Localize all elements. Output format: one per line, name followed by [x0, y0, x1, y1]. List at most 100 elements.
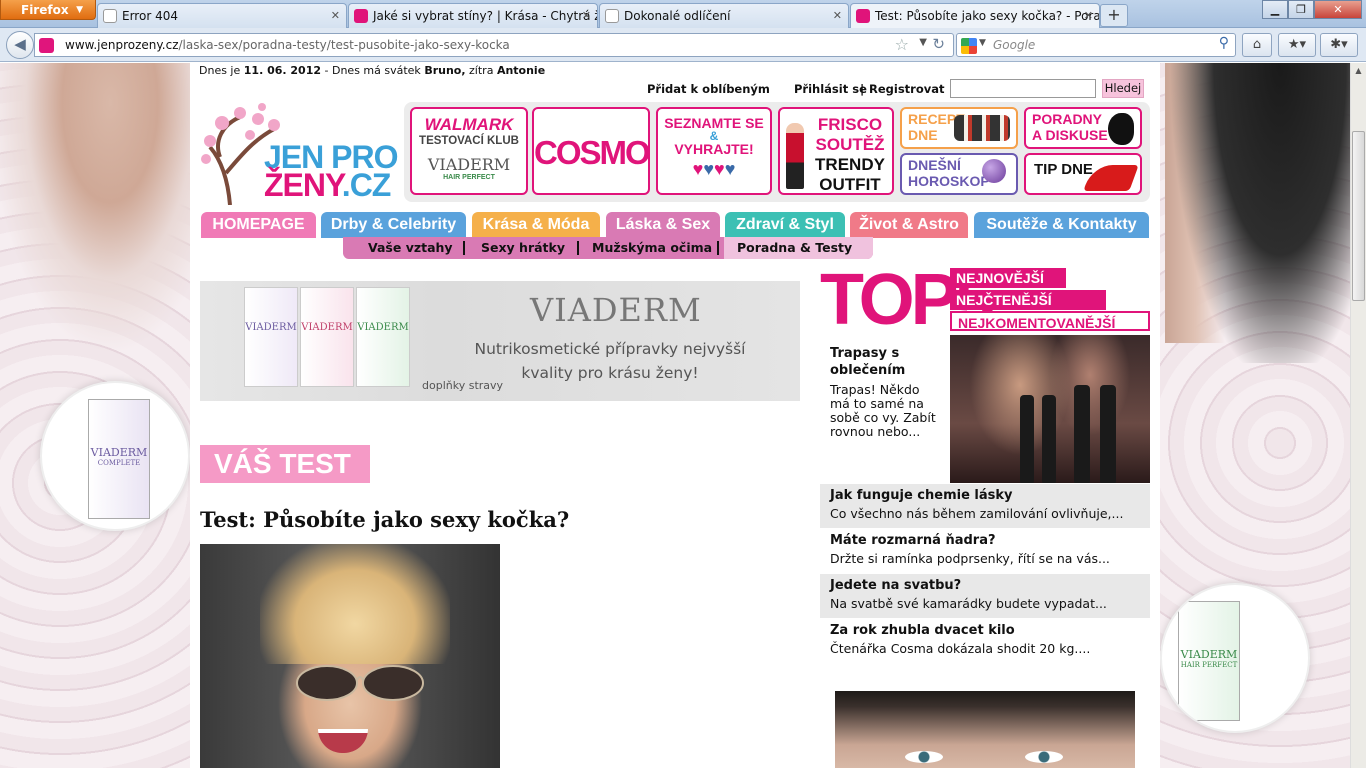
page-icon: [605, 9, 619, 23]
close-icon[interactable]: ✕: [833, 4, 842, 28]
chevron-down-icon: ▼: [76, 5, 83, 15]
close-icon[interactable]: ✕: [331, 4, 340, 28]
home-button[interactable]: ⌂: [1242, 33, 1272, 57]
maximize-button[interactable]: ❐: [1288, 0, 1314, 19]
photo-eye: [1025, 751, 1063, 763]
tab-title: Test: Působíte jako sexy kočka? - Pora..…: [875, 9, 1100, 23]
close-icon[interactable]: ✕: [582, 4, 591, 28]
scrollbar-thumb[interactable]: [1352, 131, 1365, 301]
item-title[interactable]: Za rok zhubla dvacet kilo: [830, 622, 1140, 639]
plus-icon: +: [1107, 5, 1121, 24]
close-icon[interactable]: ✕: [1084, 4, 1093, 28]
subnav-separator: [577, 241, 579, 255]
subnav-muzskyma-ocima[interactable]: Mužskýma očima: [592, 237, 712, 259]
top-list-item[interactable]: Jak funguje chemie lásky Co všechno nás …: [820, 484, 1150, 528]
side-ad-right[interactable]: VIADERM HAIR PERFECT: [1160, 583, 1310, 733]
tab-dokonale-odliceni[interactable]: Dokonalé odlíčení ✕: [599, 3, 849, 28]
url-bar[interactable]: www.jenprozeny.cz/laska-sex/poradna-test…: [34, 33, 954, 57]
article-photo: [200, 544, 500, 768]
site-search-input[interactable]: [950, 79, 1096, 98]
main-content: Dnes je 11. 06. 2012 - Dnes má svátek Br…: [190, 63, 1160, 768]
chevron-down-icon[interactable]: ▼: [979, 38, 986, 48]
new-tab-button[interactable]: +: [1100, 4, 1128, 27]
face-profile-icon: [1108, 113, 1134, 145]
item-desc: Čtenářka Cosma dokázala shodit 20 kg....: [830, 641, 1091, 656]
subnav-separator: [717, 241, 719, 255]
tab-nejkomentovanejsi[interactable]: NEJKOMENTOVANĚJŠÍ: [950, 311, 1150, 331]
nav-krasa-moda[interactable]: Krása & Móda: [472, 212, 600, 238]
register-link[interactable]: Registrovat: [869, 82, 945, 96]
addons-button[interactable]: ✱▾: [1320, 33, 1358, 57]
minimize-button[interactable]: ▁: [1262, 0, 1288, 19]
add-favorite-link[interactable]: Přidat k oblíbeným: [647, 82, 770, 96]
tab-error-404[interactable]: Error 404 ✕: [97, 3, 347, 28]
seznamte-se-banner[interactable]: SEZNAMTE SE & VYHRAJTE! ♥♥♥♥: [656, 107, 772, 195]
item-title[interactable]: Jedete na svatbu?: [830, 577, 1140, 594]
current-date: 11. 06. 2012: [243, 64, 322, 77]
reload-icon[interactable]: ↻: [932, 35, 945, 53]
photo-leg: [1074, 385, 1090, 483]
item-title[interactable]: Máte rozmarná ňadra?: [830, 532, 1140, 549]
navigation-bar: ◀ www.jenprozeny.cz/laska-sex/poradna-te…: [0, 28, 1366, 62]
viaderm-ad-banner[interactable]: VIADERM VIADERM VIADERM VIADERM Nutrikos…: [200, 281, 800, 401]
nav-drby-celebrity[interactable]: Drby & Celebrity: [321, 212, 466, 238]
nav-label: HOMEPAGE: [212, 216, 305, 233]
top-list-item[interactable]: Za rok zhubla dvacet kilo Čtenářka Cosma…: [820, 619, 1150, 663]
product-name: COMPLETE: [97, 459, 141, 467]
sidebar-photo[interactable]: [835, 691, 1135, 768]
bookmarks-button[interactable]: ★▾: [1278, 33, 1316, 57]
frisco-banner[interactable]: FRISCO SOUTĚŽ TRENDY OUTFIT: [778, 107, 894, 195]
back-button[interactable]: ◀: [6, 31, 34, 59]
tab-test-sexy-kocka[interactable]: Test: Působíte jako sexy kočka? - Pora..…: [850, 3, 1100, 29]
tab-nejnovejsi[interactable]: NEJNOVĚJŠÍ: [950, 268, 1066, 288]
url-text[interactable]: www.jenprozeny.cz/laska-sex/poradna-test…: [65, 38, 510, 52]
top-list-item[interactable]: Jedete na svatbu? Na svatbě své kamarádk…: [820, 574, 1150, 618]
featured-article-image[interactable]: [950, 335, 1150, 483]
product-brand: VIADERM: [1180, 648, 1238, 661]
tab-title: Dokonalé odlíčení: [624, 9, 731, 23]
recept-dne-banner[interactable]: RECEPT DNE: [900, 107, 1018, 149]
site-logo[interactable]: JEN PRO ŽENY.CZ: [200, 101, 400, 205]
horoskop-banner[interactable]: DNEŠNÍ HOROSKOP: [900, 153, 1018, 195]
banner-line: TV: [649, 148, 650, 162]
top-list-item[interactable]: Máte rozmarná ňadra? Držte si ramínka po…: [820, 529, 1150, 573]
product-box: VIADERM: [356, 287, 410, 387]
search-box[interactable]: ▼ Google ⚲: [956, 33, 1236, 57]
scrollbar[interactable]: ▲: [1350, 63, 1366, 768]
tab-nejctenejsi[interactable]: NEJČTENĚJŠÍ: [950, 290, 1106, 310]
firefox-menu-button[interactable]: Firefox ▼: [0, 0, 96, 20]
cosmo-tv-banner[interactable]: COSMOTV: [532, 107, 650, 195]
date-line: Dnes je 11. 06. 2012 - Dnes má svátek Br…: [199, 64, 545, 77]
scroll-up-icon[interactable]: ▲: [1351, 63, 1366, 79]
magnifier-icon[interactable]: ⚲: [1219, 35, 1229, 51]
site-favicon-icon: [856, 9, 870, 23]
chevron-down-icon[interactable]: ▼: [919, 37, 927, 48]
tip-dne-banner[interactable]: TIP DNE: [1024, 153, 1142, 195]
bookmark-star-icon[interactable]: ☆: [895, 35, 909, 54]
nav-homepage[interactable]: HOMEPAGE: [201, 212, 316, 238]
search-button[interactable]: Hledej: [1102, 79, 1144, 98]
nav-laska-sex[interactable]: Láska & Sex: [606, 212, 720, 238]
subnav-poradna-testy[interactable]: Poradna & Testy: [724, 237, 873, 259]
featured-article-title[interactable]: Trapasy s oblečením: [830, 345, 940, 379]
product-box: VIADERM HAIR PERFECT: [1178, 601, 1240, 721]
photo-eye: [905, 751, 943, 763]
nav-zivot-astro[interactable]: Život & Astro: [850, 212, 968, 238]
ad-small-text: doplňky stravy: [422, 379, 504, 392]
banner-line: WALMARK: [424, 115, 514, 134]
product-box: VIADERM: [244, 287, 298, 387]
item-title[interactable]: Jak funguje chemie lásky: [830, 487, 1140, 504]
poradny-banner[interactable]: PORADNY A DISKUSE: [1024, 107, 1142, 149]
nav-souteze-kontakty[interactable]: Soutěže & Kontakty: [974, 212, 1149, 238]
walmark-banner[interactable]: WALMARK TESTOVACÍ KLUB VIADERM HAIR PERF…: [410, 107, 528, 195]
side-ad-left[interactable]: VIADERM COMPLETE: [40, 381, 190, 531]
background-photo-right-hair: [1170, 63, 1350, 363]
nav-label: Láska & Sex: [615, 216, 711, 233]
subnav-vase-vztahy[interactable]: Vaše vztahy: [368, 237, 453, 259]
tab-jake-si-vybrat-stiny[interactable]: Jaké si vybrat stíny? | Krása - Chytrá ž…: [348, 3, 598, 28]
subnav-sexy-hratky[interactable]: Sexy hrátky: [481, 237, 565, 259]
google-icon[interactable]: [961, 38, 977, 54]
nav-zdravi-styl[interactable]: Zdraví & Styl: [725, 212, 845, 238]
close-window-button[interactable]: ✕: [1314, 0, 1362, 19]
login-link[interactable]: Přihlásit se: [794, 82, 867, 96]
